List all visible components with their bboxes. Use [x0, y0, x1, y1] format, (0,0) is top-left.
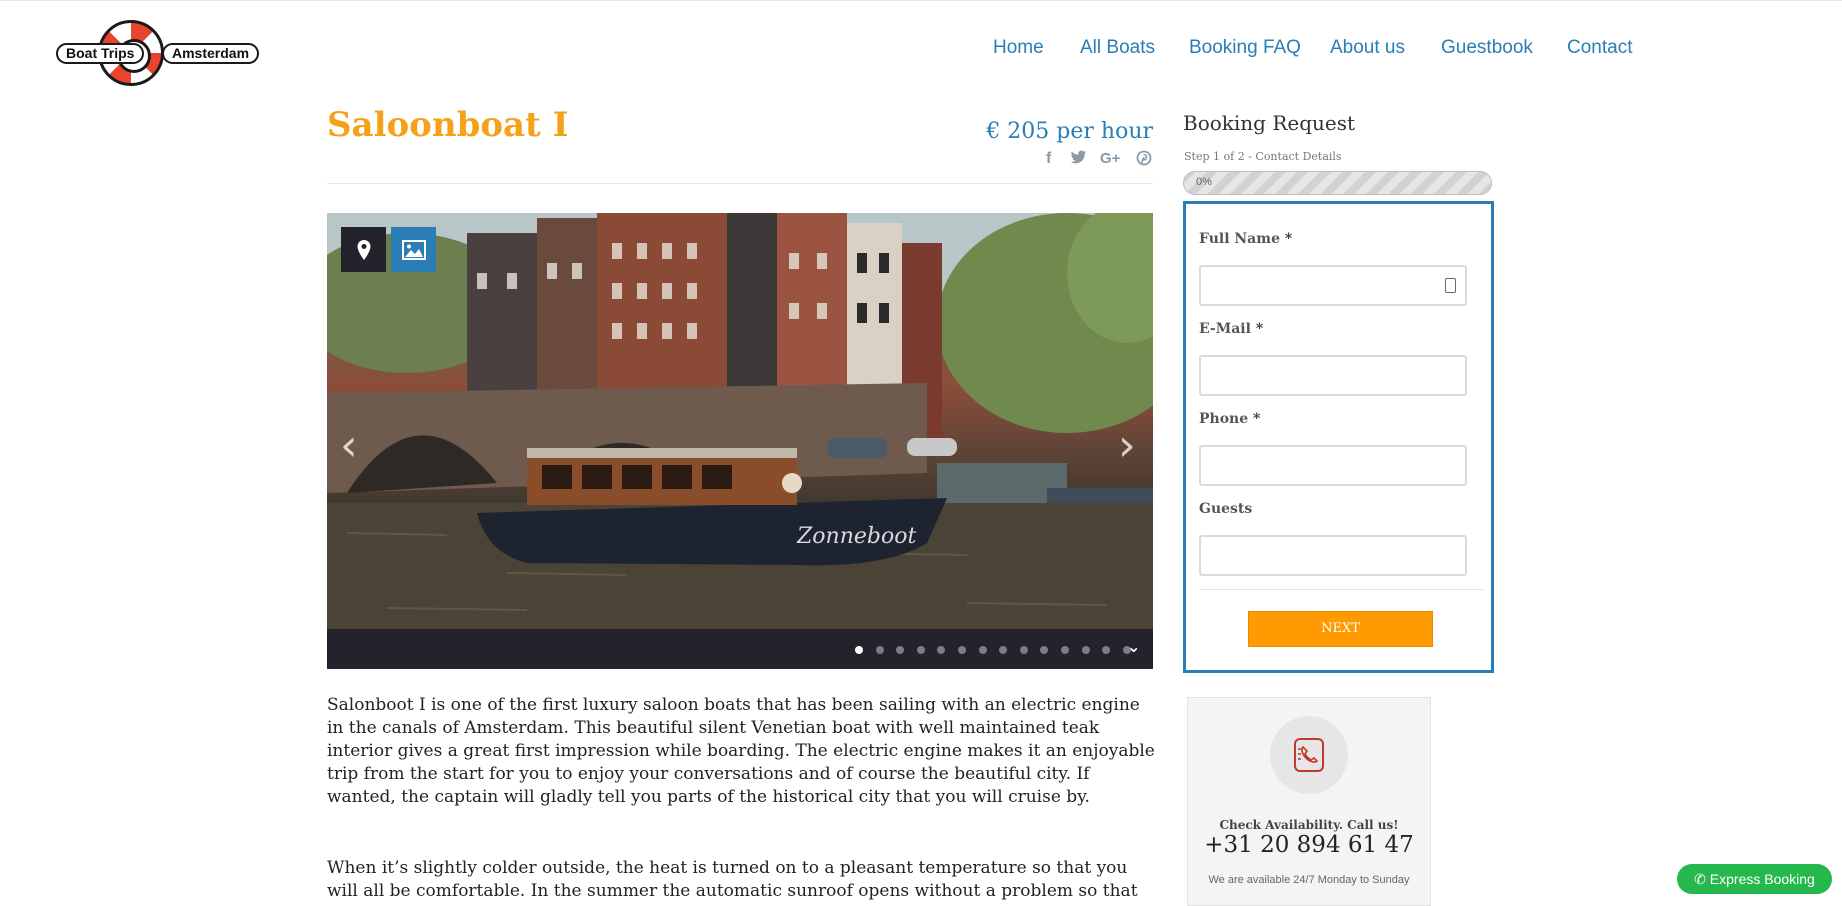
booking-form: Full Name * E-Mail * Phone * Guests NEXT	[1183, 201, 1494, 673]
slide-dot[interactable]	[999, 646, 1008, 654]
chevron-down-icon[interactable]: ⌄	[1127, 637, 1140, 656]
page-title: Saloonboat I	[327, 105, 569, 145]
slide-dot[interactable]	[958, 646, 966, 654]
slide-dot[interactable]	[916, 646, 925, 654]
whatsapp-icon: ✆	[1694, 871, 1706, 887]
pinterest-icon[interactable]	[1136, 150, 1152, 171]
call-us-box: Check Availability. Call us! +31 20 894 …	[1187, 697, 1431, 906]
main-nav: Home All Boats Booking FAQ About us Gues…	[0, 37, 1842, 63]
full-name-field[interactable]	[1199, 265, 1467, 306]
twitter-icon[interactable]	[1070, 150, 1087, 170]
email-field[interactable]	[1199, 355, 1467, 396]
slide-dot[interactable]	[937, 646, 946, 654]
phone-icon-circle	[1270, 716, 1348, 794]
logo-text-right: Amsterdam	[162, 43, 260, 64]
previous-slide-arrow[interactable]: ‹	[340, 420, 358, 471]
map-pin-icon	[357, 239, 370, 260]
top-border	[0, 0, 1842, 1]
call-us-headline: Check Availability. Call us!	[1219, 818, 1399, 832]
slide-dot[interactable]	[1019, 646, 1028, 654]
guests-label: Guests	[1199, 501, 1253, 517]
slide-dot[interactable]	[1081, 646, 1090, 654]
phone-field[interactable]	[1199, 445, 1467, 486]
slide-dot[interactable]	[855, 646, 863, 654]
next-slide-arrow[interactable]: ›	[1118, 420, 1136, 471]
slide-dot[interactable]	[978, 646, 987, 654]
slide-dot[interactable]	[1061, 646, 1069, 654]
slide-dot[interactable]	[875, 646, 884, 654]
phone-label: Phone *	[1199, 411, 1261, 427]
facebook-icon[interactable]: f	[1046, 150, 1051, 168]
phone-icon	[1294, 738, 1324, 772]
nav-guestbook[interactable]: Guestbook	[1441, 37, 1533, 59]
availability-text: We are available 24/7 Monday to Sunday	[1208, 874, 1410, 886]
form-divider	[1199, 589, 1484, 590]
nav-about-us[interactable]: About us	[1330, 37, 1405, 59]
guests-field[interactable]	[1199, 535, 1467, 576]
progress-label: 0%	[1196, 176, 1212, 188]
gallery-button[interactable]	[391, 227, 436, 272]
logo-text-left: Boat Trips	[56, 43, 145, 64]
nav-all-boats[interactable]: All Boats	[1080, 37, 1155, 59]
phone-number[interactable]: +31 20 894 61 47	[1188, 832, 1430, 858]
booking-step: Step 1 of 2 - Contact Details	[1184, 150, 1342, 163]
full-name-label: Full Name *	[1199, 231, 1293, 247]
description-paragraph-1: Salonboot I is one of the first luxury s…	[327, 695, 1155, 807]
image-icon	[401, 239, 426, 260]
email-label: E-Mail *	[1199, 321, 1264, 337]
boat-photo: Zonneboot	[327, 213, 1153, 629]
title-divider	[327, 183, 1153, 184]
express-booking-button[interactable]: ✆ Express Booking	[1677, 864, 1832, 894]
slide-dot[interactable]	[1102, 646, 1111, 654]
slide-dot[interactable]	[896, 646, 905, 654]
boat-photo-slider[interactable]: Zonneboot	[327, 213, 1153, 629]
map-button[interactable]	[341, 227, 386, 272]
express-booking-label: Express Booking	[1709, 871, 1815, 887]
price-per-hour: € 205 per hour	[986, 119, 1153, 144]
boat-name-text: Zonneboot	[796, 524, 916, 549]
nav-home[interactable]: Home	[993, 37, 1044, 59]
slide-dot[interactable]	[1040, 646, 1049, 654]
nav-booking-faq[interactable]: Booking FAQ	[1189, 37, 1301, 59]
google-plus-icon[interactable]: G+	[1100, 150, 1120, 167]
booking-title: Booking Request	[1183, 111, 1356, 135]
contact-card-icon	[1445, 278, 1456, 293]
description-paragraph-2: When it’s slightly colder outside, the h…	[327, 858, 1138, 906]
share-icons: f G+	[1040, 150, 1153, 172]
slider-pagination: ⌄	[327, 629, 1153, 669]
booking-progress-bar: 0%	[1183, 171, 1492, 195]
nav-contact[interactable]: Contact	[1567, 37, 1632, 59]
next-button[interactable]: NEXT	[1248, 611, 1433, 647]
